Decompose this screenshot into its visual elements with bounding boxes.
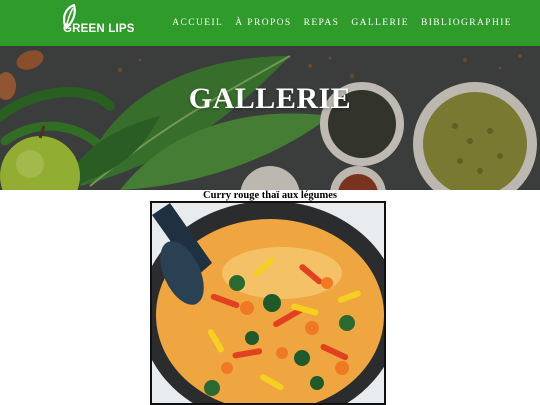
navbar: GREEN LIPS ACCUEIL À PROPOS REPAS GALLER… <box>0 0 540 46</box>
nav-item-gallerie[interactable]: GALLERIE <box>351 18 409 28</box>
gallery-item-image[interactable] <box>150 201 386 405</box>
hero-background-image <box>0 46 540 190</box>
page-title: GALLERIE <box>188 82 352 115</box>
hero-banner: GALLERIE <box>0 46 540 190</box>
nav-item-repas[interactable]: REPAS <box>304 18 340 28</box>
main-menu: ACCUEIL À PROPOS REPAS GALLERIE BIBLIOGR… <box>172 0 512 46</box>
site-logo[interactable]: GREEN LIPS <box>60 3 140 41</box>
nav-item-accueil[interactable]: ACCUEIL <box>172 18 223 28</box>
nav-item-a-propos[interactable]: À PROPOS <box>235 18 291 28</box>
gallery-item-caption: Curry rouge thaï aux légumes <box>203 190 337 201</box>
curry-photo <box>152 203 384 403</box>
nav-item-bibliographie[interactable]: BIBLIOGRAPHIE <box>421 18 512 28</box>
logo-text: GREEN LIPS <box>63 23 135 35</box>
